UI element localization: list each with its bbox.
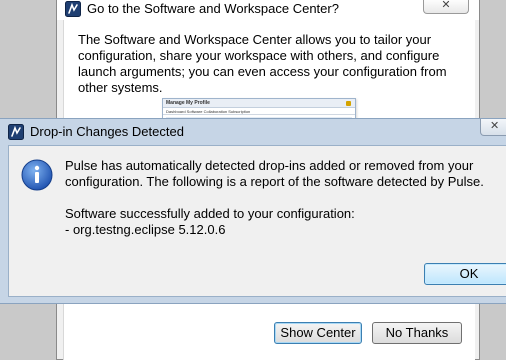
- show-center-button[interactable]: Show Center: [274, 322, 362, 344]
- drop-in-changes-body: Pulse has automatically detected drop-in…: [8, 145, 506, 297]
- drop-in-changes-message: Pulse has automatically detected drop-in…: [65, 158, 484, 189]
- drop-in-changes-close-button[interactable]: ✕: [480, 119, 506, 136]
- info-icon: [21, 159, 53, 196]
- drop-in-changes-report: Pulse has automatically detected drop-in…: [65, 158, 505, 238]
- software-center-title: Go to the Software and Workspace Center?: [87, 1, 339, 16]
- pulse-app-icon: [8, 124, 24, 145]
- software-center-description: The Software and Workspace Center allows…: [78, 32, 447, 95]
- profile-preview-heading: Manage My Profile: [163, 99, 355, 108]
- drop-in-changes-title: Drop-in Changes Detected: [30, 124, 184, 139]
- software-center-close-button[interactable]: ✕: [423, 0, 469, 14]
- drop-in-changes-dialog: Drop-in Changes Detected ✕ Pulse has aut…: [0, 118, 506, 304]
- profile-preview-tabs: Dashboard Software Collaboration Subscri…: [163, 108, 355, 115]
- ok-button[interactable]: OK: [424, 263, 506, 285]
- profile-preview-marker-icon: [346, 101, 351, 106]
- pulse-app-icon: [65, 1, 81, 22]
- software-center-title-bar: Go to the Software and Workspace Center?…: [57, 0, 479, 20]
- report-heading: Software successfully added to your conf…: [65, 206, 355, 221]
- report-item: - org.testng.eclipse 5.12.0.6: [65, 222, 226, 237]
- no-thanks-button[interactable]: No Thanks: [372, 322, 462, 344]
- drop-in-changes-title-bar: Drop-in Changes Detected ✕: [0, 119, 506, 143]
